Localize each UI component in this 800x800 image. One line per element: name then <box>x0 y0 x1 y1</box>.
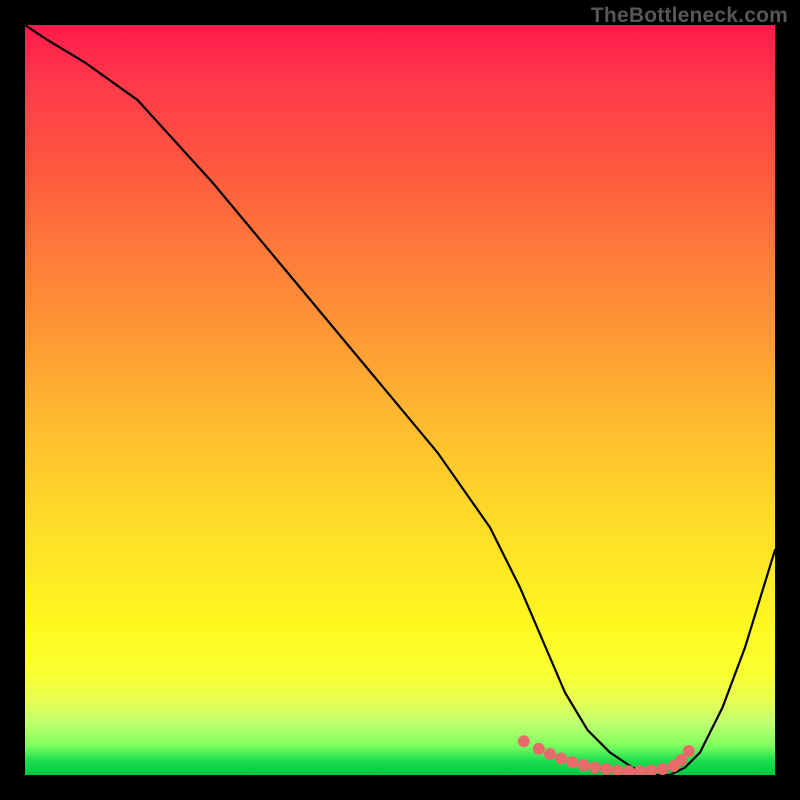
marker-dot <box>683 745 695 757</box>
chart-svg <box>25 25 775 775</box>
marker-dot <box>612 765 624 776</box>
bottleneck-curve <box>25 25 775 775</box>
marker-dot <box>555 753 567 765</box>
marker-dot <box>645 765 657 776</box>
marker-dot <box>533 743 545 755</box>
marker-dot <box>518 735 530 747</box>
chart-container: TheBottleneck.com <box>0 0 800 800</box>
marker-dot <box>578 759 590 771</box>
marker-dot <box>657 763 669 775</box>
marker-dot <box>544 748 556 760</box>
watermark-text: TheBottleneck.com <box>591 4 788 28</box>
marker-dot <box>589 762 601 774</box>
marker-dot <box>567 756 579 768</box>
plot-area <box>25 25 775 775</box>
marker-dot <box>634 765 646 775</box>
marker-dot <box>600 763 612 775</box>
optimal-range-markers <box>518 735 695 775</box>
